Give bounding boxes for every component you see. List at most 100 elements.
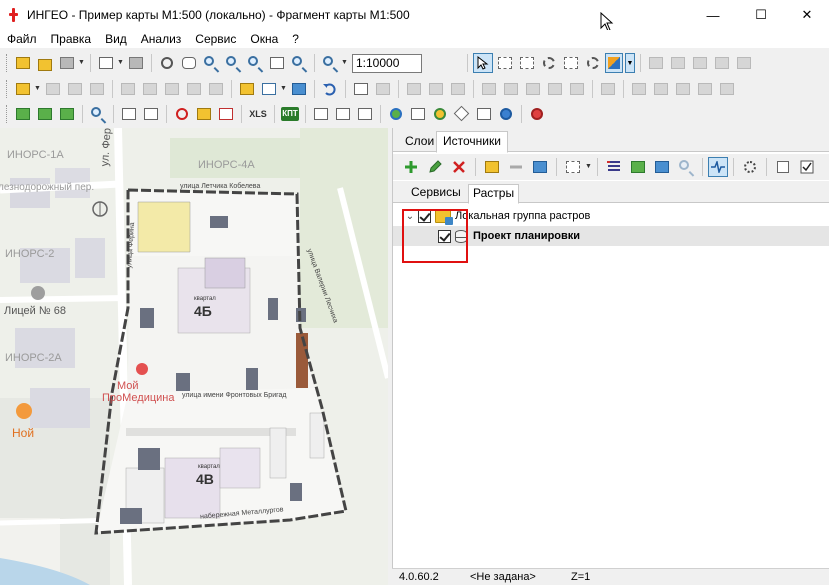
grid-select-icon[interactable] xyxy=(669,54,687,72)
scale-dropdown-arrow[interactable]: ▼ xyxy=(341,54,349,72)
select-node-icon[interactable] xyxy=(496,54,514,72)
group-checkbox[interactable] xyxy=(418,209,431,223)
color-fill-button[interactable] xyxy=(605,53,623,73)
preview-dropdown-arrow[interactable]: ▼ xyxy=(117,54,125,72)
add-vertex-icon[interactable] xyxy=(163,80,181,98)
layer-bottom-icon[interactable] xyxy=(546,80,564,98)
layer-up-icon[interactable] xyxy=(480,80,498,98)
undo-icon[interactable] xyxy=(321,80,339,98)
signal-button[interactable] xyxy=(708,157,728,177)
expand-dropdown-arrow[interactable]: ▼ xyxy=(585,158,593,176)
query-semantics-icon[interactable] xyxy=(142,105,160,123)
help-icon[interactable] xyxy=(497,105,515,123)
list-icon[interactable] xyxy=(605,158,623,176)
close-button[interactable]: ✕ xyxy=(784,0,829,30)
topology-icon[interactable] xyxy=(217,105,235,123)
plan-edit-icon[interactable] xyxy=(334,105,352,123)
scale-icon[interactable] xyxy=(321,54,339,72)
frame-icon[interactable] xyxy=(630,80,648,98)
frame-copy-icon[interactable] xyxy=(674,80,692,98)
print-preview-icon[interactable] xyxy=(97,54,115,72)
color-fill-dropdown[interactable]: ▼ xyxy=(625,53,635,73)
select-circle-icon[interactable] xyxy=(584,54,602,72)
menu-file[interactable]: Файл xyxy=(0,30,44,48)
map-canvas[interactable]: ИНОРС-1А ИНОРС-4А лезнодорожный пер. ул.… xyxy=(0,128,388,585)
kpt-import-button[interactable]: КПТ xyxy=(281,107,299,121)
tab-sources[interactable]: Источники xyxy=(436,131,508,153)
toolbar-grip[interactable] xyxy=(6,80,9,98)
pan-hand-icon[interactable] xyxy=(180,54,198,72)
select-arrow-button[interactable] xyxy=(473,53,493,73)
move-vertex-icon[interactable] xyxy=(207,80,225,98)
menu-analysis[interactable]: Анализ xyxy=(134,30,189,48)
database-query-icon[interactable] xyxy=(290,80,308,98)
layer-top-icon[interactable] xyxy=(524,80,542,98)
report-icon[interactable] xyxy=(195,105,213,123)
select-polygon-icon[interactable] xyxy=(562,54,580,72)
info-query-icon[interactable] xyxy=(352,80,370,98)
zoom-out-icon[interactable] xyxy=(246,54,264,72)
maximize-button[interactable]: ☐ xyxy=(738,0,784,30)
uncheck-all-icon[interactable] xyxy=(774,158,792,176)
layers-dropdown-arrow[interactable]: ▼ xyxy=(78,54,86,72)
move-node-icon[interactable] xyxy=(66,80,84,98)
layer-down-icon[interactable] xyxy=(502,80,520,98)
expand-icon[interactable] xyxy=(564,158,582,176)
frame-merge-icon[interactable] xyxy=(718,80,736,98)
menu-service[interactable]: Сервис xyxy=(188,30,243,48)
open-map-icon[interactable] xyxy=(14,54,32,72)
layer-copy-icon[interactable] xyxy=(568,80,586,98)
home-icon[interactable] xyxy=(409,105,427,123)
plan-icon[interactable] xyxy=(312,105,330,123)
forbid-icon[interactable] xyxy=(173,105,191,123)
raster-edit-icon[interactable] xyxy=(653,158,671,176)
flag-route-icon[interactable] xyxy=(14,105,32,123)
navigate-icon[interactable] xyxy=(453,105,471,123)
plan-list-icon[interactable] xyxy=(356,105,374,123)
grid-dots-icon[interactable] xyxy=(647,54,665,72)
cut-object-icon[interactable] xyxy=(88,80,106,98)
menu-help[interactable]: ? xyxy=(285,30,306,48)
search-icon[interactable] xyxy=(89,105,107,123)
frame-delete-icon[interactable] xyxy=(696,80,714,98)
refresh-icon[interactable] xyxy=(158,54,176,72)
info-select-icon[interactable] xyxy=(374,80,392,98)
add-folder-icon[interactable] xyxy=(483,158,501,176)
menu-edit[interactable]: Правка xyxy=(44,30,99,48)
layers-stack-icon[interactable] xyxy=(58,54,76,72)
tree-row-item[interactable]: Проект планировки xyxy=(393,226,829,246)
menu-windows[interactable]: Окна xyxy=(243,30,285,48)
remove-icon[interactable] xyxy=(507,158,525,176)
flag-start-icon[interactable] xyxy=(36,105,54,123)
edit-pencil-icon[interactable] xyxy=(426,158,444,176)
export-xls-button[interactable]: XLS xyxy=(248,109,268,119)
frame-select-icon[interactable] xyxy=(652,80,670,98)
query-object-icon[interactable] xyxy=(120,105,138,123)
grid-move-icon[interactable] xyxy=(691,54,709,72)
group-icon[interactable] xyxy=(449,80,467,98)
print-icon[interactable] xyxy=(127,54,145,72)
measure-icon[interactable] xyxy=(405,80,423,98)
subtab-rasters[interactable]: Растры xyxy=(468,184,520,204)
plugin-icon[interactable] xyxy=(528,105,546,123)
chevron-down-icon[interactable]: ⌄ xyxy=(404,211,416,222)
menu-view[interactable]: Вид xyxy=(98,30,134,48)
copy-style-icon[interactable] xyxy=(427,80,445,98)
check-all-icon[interactable] xyxy=(798,158,816,176)
table-icon[interactable] xyxy=(238,80,256,98)
new-object-icon[interactable] xyxy=(14,80,32,98)
height-icon[interactable] xyxy=(475,105,493,123)
subtab-services[interactable]: Сервисы xyxy=(407,184,465,203)
zoom-previous-icon[interactable] xyxy=(290,54,308,72)
edit-node-icon[interactable] xyxy=(44,80,62,98)
grid-table-icon[interactable] xyxy=(260,80,278,98)
scale-input[interactable]: 1:10000 xyxy=(352,53,422,73)
delete-icon[interactable] xyxy=(450,158,468,176)
table-dropdown-arrow[interactable]: ▼ xyxy=(280,80,288,98)
raster-icon[interactable] xyxy=(629,158,647,176)
select-lasso-icon[interactable] xyxy=(540,54,558,72)
item-checkbox[interactable] xyxy=(438,229,451,243)
zoom-window-icon[interactable] xyxy=(202,54,220,72)
select-rect-icon[interactable] xyxy=(518,54,536,72)
globe-icon[interactable] xyxy=(387,105,405,123)
